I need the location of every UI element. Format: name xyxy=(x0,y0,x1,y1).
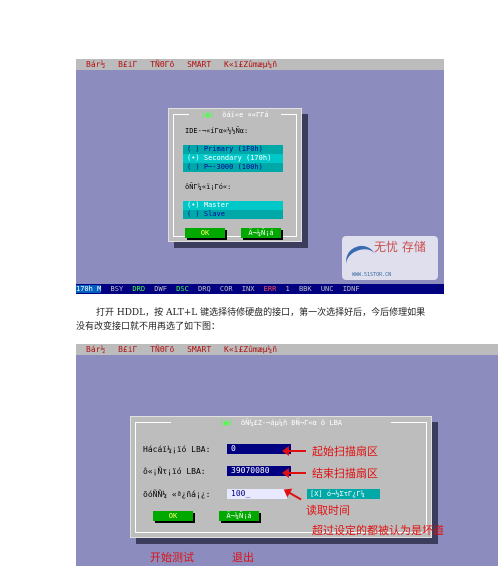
interface-dialog: [■] õáï«e ¤«ΓΓá IDE-¬«íΓα«½½Ñα: ( ) Prim… xyxy=(168,108,302,242)
option-primary[interactable]: ( ) Primary (1F0h) xyxy=(183,145,283,154)
device-label: ôÑΓ¼«ï¡Γó«: xyxy=(185,183,232,191)
status-drq: DRQ xyxy=(198,285,211,293)
annotation-time: 读取时间 xyxy=(306,504,350,517)
menu-item-smart[interactable]: SMART xyxy=(187,345,211,354)
status-bsy: BSY xyxy=(110,285,124,293)
annotation-bad-sectors: 超过设定的都被认为是坏道 xyxy=(312,524,444,537)
dialog-title-text: õáï«e ¤«ΓΓá xyxy=(222,111,269,119)
status-drd: DRD xyxy=(132,285,146,293)
annotation-exit: 退出 xyxy=(232,551,254,564)
close-icon[interactable]: [■] xyxy=(201,111,214,119)
hddl-screen-scan: Bár½ B£iΓ TÑΘΓõ SMART K«ï£Zûmæµ¼ñ [■] õÑ… xyxy=(76,344,498,566)
watermark-text: 无忧 存储 xyxy=(374,240,426,254)
status-dsc: DSC xyxy=(176,285,189,293)
option-master[interactable]: (•) Master xyxy=(183,201,283,210)
status-inx: INX xyxy=(241,285,255,293)
status-one: 1 xyxy=(285,285,290,293)
read-time-label: õóÑÑ¼ «ª¿ñá¡¿: xyxy=(143,490,211,499)
annotation-start: 起始扫描扇区 xyxy=(312,445,378,458)
status-cor: COR xyxy=(219,285,233,293)
read-time-input[interactable]: 100_ xyxy=(227,489,287,499)
watermark-url: WWW.51STOR.CN xyxy=(352,272,392,278)
menu-item-1[interactable]: Bár½ xyxy=(86,345,105,354)
start-lba-label: Hácáï¼¡ïó LBA: xyxy=(143,445,211,454)
menu-item-smart[interactable]: SMART xyxy=(187,60,211,69)
option-checkbox[interactable]: [X] ó¬½ΣτΓ¿Γ¼ xyxy=(307,489,380,499)
status-idnf: IDNF xyxy=(342,285,360,293)
end-lba-label: ô«¡Ñτ¡ïó LBA: xyxy=(143,467,206,476)
arrow-end xyxy=(282,468,306,478)
ide-controller-options[interactable]: ( ) Primary (1F0h) (•) Secondary (170h) … xyxy=(183,145,283,172)
scan-range-dialog: [■] õÑ¼£Z-¬áµ¼ñ ÐÑ¬Γ«α ô LBA Hácáï¼¡ïó L… xyxy=(130,416,432,538)
dialog-title-text: õÑ¼£Z-¬áµ¼ñ ÐÑ¬Γ«α ô LBA xyxy=(240,419,343,427)
status-unc: UNC xyxy=(320,285,334,293)
annotation-end: 结束扫描扇区 xyxy=(312,467,378,480)
dialog-title: [■] õÑ¼£Z-¬áµ¼ñ ÐÑ¬Γ«α ô LBA xyxy=(171,419,391,427)
status-err: ERR xyxy=(263,285,277,293)
status-bbk: BBK xyxy=(298,285,312,293)
cancel-button[interactable]: Ä¬¼Ñ¡á xyxy=(219,511,259,521)
ok-button[interactable]: OK xyxy=(185,228,225,238)
menu-item-3[interactable]: TÑΘΓõ xyxy=(150,345,174,354)
menu-item-2[interactable]: B£iΓ xyxy=(118,60,137,69)
device-options[interactable]: (•) Master ( ) Slave xyxy=(183,201,283,219)
option-pc3000[interactable]: ( ) P~-3000 (100h) xyxy=(183,163,283,172)
article-caption: 打开 HDDL，按 ALT+L 键选择待修硬盘的接口，第一次选择好后，今后修理如… xyxy=(76,308,426,332)
status-bar: 170h M BSY DRD DWF DSC DRQ COR INX ERR 1… xyxy=(76,284,444,294)
dialog-title: [■] õáï«e ¤«ΓΓá xyxy=(189,111,281,119)
arrow-start xyxy=(282,446,306,456)
close-icon[interactable]: [■] xyxy=(220,419,233,427)
ok-button[interactable]: OK xyxy=(153,511,193,521)
menu-bar-2: Bár½ B£iΓ TÑΘΓõ SMART K«ï£Zûmæµ¼ñ xyxy=(76,344,498,355)
status-dwf: DWF xyxy=(154,285,167,293)
menu-item-1[interactable]: Bár½ xyxy=(86,60,105,69)
cancel-button[interactable]: Ä¬¼Ñ¡á xyxy=(241,228,281,238)
menu-bar: Bár½ B£iΓ TÑΘΓõ SMART K«ï£Zûmæµ¼ñ xyxy=(76,59,444,70)
menu-item-2[interactable]: B£iΓ xyxy=(118,345,137,354)
watermark-logo: 无忧 存储 WWW.51STOR.CN xyxy=(342,236,438,280)
menu-item-5[interactable]: K«ï£Zûmæµ¼ñ xyxy=(224,60,277,69)
menu-item-5[interactable]: K«ï£Zûmæµ¼ñ xyxy=(224,345,277,354)
option-secondary[interactable]: (•) Secondary (170h) xyxy=(183,154,283,163)
annotation-start-test: 开始测试 xyxy=(150,551,194,564)
menu-item-3[interactable]: TÑΘΓõ xyxy=(150,60,174,69)
status-port: 170h M xyxy=(76,285,102,293)
ide-controller-label: IDE-¬«íΓα«½½Ñα: xyxy=(185,127,249,135)
hddl-screen-interface: Bár½ B£iΓ TÑΘΓõ SMART K«ï£Zûmæµ¼ñ [■] õá… xyxy=(76,59,444,294)
option-slave[interactable]: ( ) Slave xyxy=(183,210,283,219)
